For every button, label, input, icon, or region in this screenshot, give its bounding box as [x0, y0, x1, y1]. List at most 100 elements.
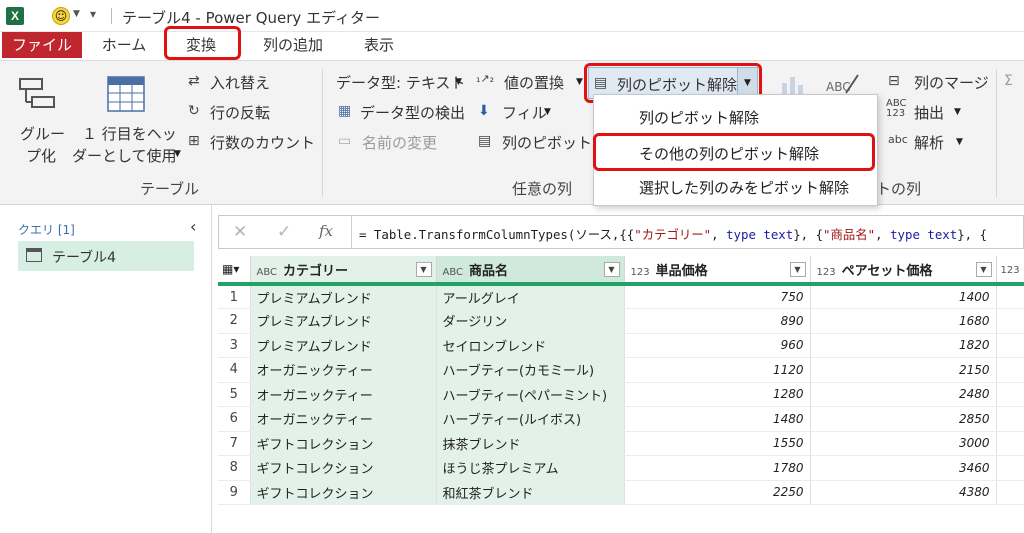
cell-pair-price[interactable]: 1400	[810, 284, 997, 309]
parse-button[interactable]: 解析	[914, 132, 944, 153]
cell-unit-price[interactable]: 890	[624, 308, 811, 334]
data-type-dropdown[interactable]: データ型: テキスト	[336, 72, 465, 93]
cell-category[interactable]: プレミアムブレンド	[250, 284, 437, 309]
filter-dropdown-icon[interactable]: ▼	[603, 262, 620, 277]
cell-product-name[interactable]: アールグレイ	[436, 284, 625, 309]
number-type-icon: 123	[816, 266, 836, 278]
table-row[interactable]: 5 オーガニックティー ハーブティー(ペパーミント) 1280 2480	[218, 382, 1024, 407]
first-row-label-1: １ 行目をヘッ	[82, 125, 177, 143]
row-number: 1	[218, 284, 251, 309]
collapse-pane-icon[interactable]: ‹	[190, 217, 196, 236]
cell-pair-price[interactable]: 2850	[810, 406, 997, 432]
cell-next[interactable]	[996, 284, 1024, 309]
table-row[interactable]: 2 プレミアムブレンド ダージリン 890 1680	[218, 308, 1024, 334]
detect-type-icon: ▦	[338, 103, 352, 119]
tab-add-column[interactable]: 列の追加	[250, 32, 336, 58]
formula-input[interactable]: = Table.TransformColumnTypes(ソース,{{"カテゴリ…	[359, 225, 987, 243]
cell-next[interactable]	[996, 333, 1024, 358]
cell-pair-price[interactable]: 3000	[810, 431, 997, 456]
cell-pair-price[interactable]: 2150	[810, 357, 997, 383]
cell-product-name[interactable]: 抹茶ブレンド	[436, 431, 625, 456]
cell-pair-price[interactable]: 2480	[810, 382, 997, 407]
cell-product-name[interactable]: セイロンブレンド	[436, 333, 625, 358]
cell-pair-price[interactable]: 4380	[810, 480, 997, 505]
cell-unit-price[interactable]: 1550	[624, 431, 811, 456]
replace-values-button[interactable]: 値の置換	[504, 72, 564, 93]
filter-dropdown-icon[interactable]: ▼	[789, 262, 806, 277]
table-row[interactable]: 4 オーガニックティー ハーブティー(カモミール) 1120 2150	[218, 357, 1024, 383]
cell-unit-price[interactable]: 750	[624, 284, 811, 309]
cell-unit-price[interactable]: 1120	[624, 357, 811, 383]
column-header-unit-price[interactable]: 123 単品価格 ▼	[624, 256, 811, 286]
menu-item-unpivot-columns[interactable]: 列のピボット解除	[639, 107, 759, 128]
table-row[interactable]: 7 ギフトコレクション 抹茶ブレンド 1550 3000	[218, 431, 1024, 456]
table-row[interactable]: 6 オーガニックティー ハーブティー(ルイボス) 1480 2850	[218, 406, 1024, 432]
table-row[interactable]: 9 ギフトコレクション 和紅茶ブレンド 2250 4380	[218, 480, 1024, 505]
cell-product-name[interactable]: ハーブティー(ルイボス)	[436, 406, 625, 432]
queries-pane: クエリ [1] ‹ テーブル4	[0, 205, 212, 533]
tab-home[interactable]: ホーム	[96, 32, 152, 58]
fill-button[interactable]: フィル	[502, 102, 547, 123]
cell-next[interactable]	[996, 455, 1024, 481]
smiley-feedback-icon[interactable]: ☺	[52, 7, 70, 25]
table-menu-button[interactable]: ▦▾	[218, 256, 251, 286]
count-rows-button[interactable]: 行数のカウント	[210, 132, 315, 153]
cell-unit-price[interactable]: 960	[624, 333, 811, 358]
cell-category[interactable]: ギフトコレクション	[250, 480, 437, 505]
column-header-pair-price[interactable]: 123 ペアセット価格 ▼	[810, 256, 997, 286]
cell-product-name[interactable]: ハーブティー(ペパーミント)	[436, 382, 625, 407]
cell-category[interactable]: オーガニックティー	[250, 382, 437, 407]
table-row[interactable]: 1 プレミアムブレンド アールグレイ 750 1400	[218, 284, 1024, 309]
cell-next[interactable]	[996, 431, 1024, 456]
filter-dropdown-icon[interactable]: ▼	[975, 262, 992, 277]
table-row[interactable]: 3 プレミアムブレンド セイロンブレンド 960 1820	[218, 333, 1024, 358]
cell-category[interactable]: ギフトコレクション	[250, 455, 437, 481]
menu-item-unpivot-selected-columns[interactable]: 選択した列のみをピボット解除	[639, 177, 849, 198]
use-first-row-as-headers-button[interactable]: １ 行目をヘッ ダーとして使用 ▼	[72, 75, 184, 165]
merge-columns-button[interactable]: 列のマージ	[914, 72, 989, 93]
cell-pair-price[interactable]: 3460	[810, 455, 997, 481]
cell-pair-price[interactable]: 1820	[810, 333, 997, 358]
cell-next[interactable]	[996, 480, 1024, 505]
cell-unit-price[interactable]: 1780	[624, 455, 811, 481]
text-column-group-label: トの列	[876, 180, 922, 198]
cell-category[interactable]: プレミアムブレンド	[250, 333, 437, 358]
table-icon	[26, 248, 42, 262]
cell-category[interactable]: ギフトコレクション	[250, 431, 437, 456]
column-header-product-name[interactable]: ABC 商品名 ▼	[436, 256, 625, 286]
cell-category[interactable]: プレミアムブレンド	[250, 308, 437, 334]
fx-icon[interactable]: fx	[319, 222, 333, 240]
filter-dropdown-icon[interactable]: ▼	[415, 262, 432, 277]
confirm-icon[interactable]: ✓	[277, 222, 291, 242]
pivot-column-button[interactable]: 列のピボット	[502, 132, 592, 153]
cell-pair-price[interactable]: 1680	[810, 308, 997, 334]
cell-next[interactable]	[996, 382, 1024, 407]
cell-unit-price[interactable]: 1480	[624, 406, 811, 432]
cell-product-name[interactable]: ハーブティー(カモミール)	[436, 357, 625, 383]
reverse-rows-button[interactable]: 行の反転	[210, 102, 270, 123]
dropdown-arrow-icon[interactable]: ▼	[73, 9, 80, 19]
group-by-button[interactable]: グルー プ化	[14, 75, 66, 165]
cell-unit-price[interactable]: 1280	[624, 382, 811, 407]
tab-file[interactable]: ファイル	[2, 32, 82, 58]
column-header-next[interactable]: 123	[996, 256, 1024, 286]
query-item[interactable]: テーブル4	[18, 241, 194, 271]
cell-product-name[interactable]: ほうじ茶プレミアム	[436, 455, 625, 481]
cell-next[interactable]	[996, 357, 1024, 383]
tab-view[interactable]: 表示	[354, 32, 404, 58]
cell-category[interactable]: オーガニックティー	[250, 406, 437, 432]
cell-product-name[interactable]: ダージリン	[436, 308, 625, 334]
column-header-category[interactable]: ABC カテゴリー ▼	[250, 256, 437, 286]
cancel-icon[interactable]: ✕	[233, 222, 247, 242]
table-row[interactable]: 8 ギフトコレクション ほうじ茶プレミアム 1780 3460	[218, 455, 1024, 481]
cell-next[interactable]	[996, 308, 1024, 334]
extract-button[interactable]: 抽出	[914, 102, 944, 123]
cell-unit-price[interactable]: 2250	[624, 480, 811, 505]
cell-next[interactable]	[996, 406, 1024, 432]
cell-product-name[interactable]: 和紅茶ブレンド	[436, 480, 625, 505]
detect-data-type-button[interactable]: データ型の検出	[360, 102, 465, 123]
transpose-button[interactable]: 入れ替え	[210, 72, 270, 93]
customize-toolbar-icon[interactable]: ▾	[90, 7, 96, 21]
cell-category[interactable]: オーガニックティー	[250, 357, 437, 383]
excel-icon: X	[6, 7, 24, 25]
